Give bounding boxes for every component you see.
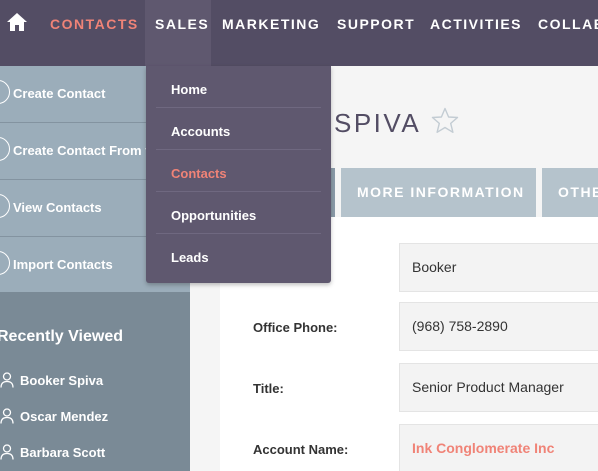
plus-circle-icon [0,137,10,161]
nav-sales[interactable]: SALES [145,0,211,66]
user-icon [0,444,14,460]
recently-viewed-item[interactable]: Barbara Scott [0,443,190,463]
list-circle-icon [0,194,10,218]
recently-viewed-item[interactable]: Oscar Mendez [0,407,190,427]
recently-viewed-label: Booker Spiva [20,373,104,388]
account-name-field: Ink Conglomerate Inc [399,424,598,471]
action-label: Import Contacts [13,257,113,272]
recently-viewed-label: Barbara Scott [20,445,106,460]
office-phone-field: (968) 758-2890 [399,302,598,351]
star-icon[interactable] [430,106,460,136]
field-label: Account Name: [253,442,349,457]
sales-dropdown-menu: Home Accounts Contacts Opportunities Lea… [146,66,331,283]
recently-viewed-label: Oscar Mendez [20,409,109,424]
tab-more-information[interactable]: MORE INFORMATION [341,168,536,217]
menu-item-label: Opportunities [171,208,257,223]
menu-item-contacts[interactable]: Contacts [156,150,321,192]
import-circle-icon [0,251,10,275]
menu-item-label: Contacts [171,166,227,181]
title-field: Senior Product Manager [399,363,598,412]
menu-item-label: Accounts [171,124,231,139]
nav-contacts[interactable]: CONTACTS [40,0,149,66]
field-label: Title: [253,381,284,396]
user-icon [0,372,14,388]
menu-item-opportunities[interactable]: Opportunities [156,192,321,234]
menu-item-leads[interactable]: Leads [156,234,321,276]
field-value: (968) 758-2890 [412,318,508,334]
first-name-field: Booker [399,243,598,292]
action-label: View Contacts [13,200,102,215]
field-value: Booker [412,259,457,275]
top-nav: CONTACTS SALES MARKETING SUPPORT ACTIVIT… [0,0,598,66]
menu-item-label: Home [171,82,208,97]
nav-activities[interactable]: ACTIVITIES [420,0,532,66]
menu-item-accounts[interactable]: Accounts [156,108,321,150]
plus-circle-icon [0,80,10,104]
tab-other[interactable]: OTHER [542,168,598,217]
recently-viewed-item[interactable]: Booker Spiva [0,371,190,391]
menu-item-home[interactable]: Home [156,66,321,108]
account-name-link[interactable]: Ink Conglomerate Inc [412,425,554,471]
nav-support[interactable]: SUPPORT [327,0,425,66]
field-value: Senior Product Manager [412,379,564,395]
recently-viewed-title: Recently Viewed [0,328,123,345]
user-icon [0,408,14,424]
home-icon[interactable] [5,10,29,34]
nav-marketing[interactable]: MARKETING [212,0,330,66]
menu-item-label: Leads [171,250,209,265]
field-label: Office Phone: [253,320,338,335]
action-label: Create Contact [13,86,106,101]
nav-collaboration[interactable]: COLLAB [528,0,598,66]
